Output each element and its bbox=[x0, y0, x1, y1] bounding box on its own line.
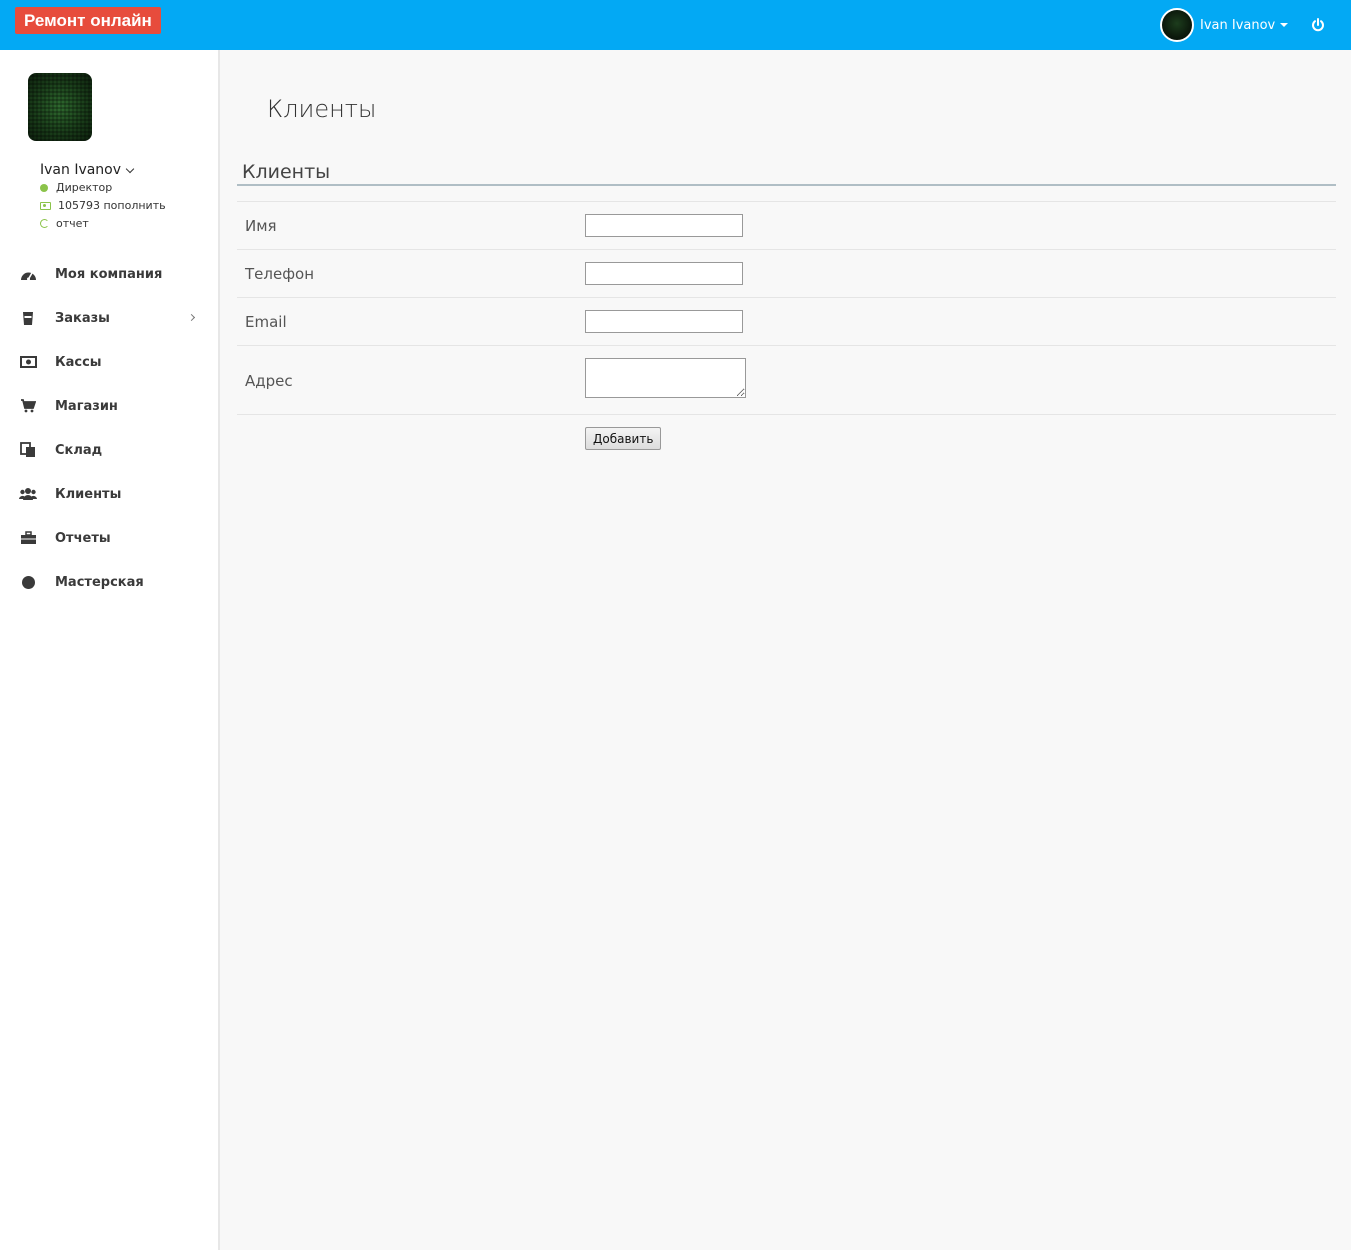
sidebar-item-reports[interactable]: Отчеты bbox=[0, 516, 218, 560]
form-row-divider bbox=[237, 414, 1336, 415]
phone-input[interactable] bbox=[585, 262, 743, 285]
sidebar-item-shop[interactable]: Магазин bbox=[0, 384, 218, 428]
circle-icon bbox=[19, 573, 37, 591]
email-input[interactable] bbox=[585, 310, 743, 333]
cup-icon bbox=[19, 309, 37, 327]
sidebar-item-cash[interactable]: Кассы bbox=[0, 340, 218, 384]
briefcase-icon bbox=[19, 529, 37, 547]
dashboard-icon bbox=[19, 265, 37, 283]
user-avatar bbox=[1160, 8, 1194, 42]
sidebar: Ivan Ivanov Директор 105793 пополнить от… bbox=[0, 50, 220, 1250]
sidebar-item-label: Магазин bbox=[55, 398, 118, 414]
money-icon bbox=[40, 201, 51, 210]
sidebar-item-clients[interactable]: Клиенты bbox=[0, 472, 218, 516]
sidebar-item-orders[interactable]: Заказы bbox=[0, 296, 218, 340]
form-row-name: Имя bbox=[237, 201, 1336, 249]
page-title: Клиенты bbox=[267, 95, 377, 123]
refresh-icon bbox=[40, 219, 49, 228]
sidebar-item-label: Моя компания bbox=[55, 266, 163, 282]
top-navbar: Ремонт онлайн Ivan Ivanov bbox=[0, 0, 1351, 50]
users-icon bbox=[19, 485, 37, 503]
profile-avatar[interactable] bbox=[28, 73, 92, 141]
chevron-right-icon bbox=[187, 313, 196, 322]
caret-down-icon bbox=[1280, 23, 1289, 27]
section-divider bbox=[237, 184, 1336, 186]
sidebar-item-label: Заказы bbox=[55, 310, 110, 326]
phone-label: Телефон bbox=[245, 265, 315, 283]
online-status-icon bbox=[40, 183, 48, 192]
sidebar-item-warehouse[interactable]: Склад bbox=[0, 428, 218, 472]
sidebar-item-label: Кассы bbox=[55, 354, 102, 370]
profile-name: Ivan Ivanov bbox=[40, 162, 122, 178]
name-label: Имя bbox=[245, 217, 277, 235]
add-client-button[interactable]: Добавить bbox=[585, 427, 662, 450]
cart-icon bbox=[19, 397, 37, 415]
form-row-address: Адрес bbox=[237, 345, 1336, 414]
profile-balance-label[interactable]: 105793 пополнить bbox=[58, 199, 166, 212]
profile-balance[interactable]: 105793 пополнить bbox=[40, 199, 166, 212]
sidebar-nav: Моя компания Заказы Кассы Магазин Склад … bbox=[0, 252, 218, 604]
profile-role-label: Директор bbox=[56, 181, 113, 194]
form-row-phone: Телефон bbox=[237, 249, 1336, 297]
user-menu[interactable]: Ivan Ivanov bbox=[1160, 8, 1289, 42]
profile-name-dropdown[interactable]: Ivan Ivanov bbox=[40, 162, 135, 178]
money-icon bbox=[19, 353, 37, 371]
profile-report-label[interactable]: отчет bbox=[56, 217, 89, 230]
address-label: Адрес bbox=[245, 372, 293, 390]
sidebar-item-label: Отчеты bbox=[55, 530, 111, 546]
sidebar-item-my-company[interactable]: Моя компания bbox=[0, 252, 218, 296]
copy-icon bbox=[19, 441, 37, 459]
user-name: Ivan Ivanov bbox=[1200, 17, 1276, 33]
sidebar-item-label: Мастерская bbox=[55, 574, 144, 590]
brand-logo[interactable]: Ремонт онлайн bbox=[15, 7, 161, 34]
profile-report[interactable]: отчет bbox=[40, 217, 89, 230]
sidebar-item-label: Склад bbox=[55, 442, 103, 458]
address-textarea[interactable] bbox=[585, 358, 746, 398]
sidebar-item-label: Клиенты bbox=[55, 486, 122, 502]
name-input[interactable] bbox=[585, 214, 743, 237]
section-title: Клиенты bbox=[242, 161, 331, 183]
sidebar-item-workshop[interactable]: Мастерская bbox=[0, 560, 218, 604]
power-icon[interactable] bbox=[1310, 17, 1326, 33]
form-row-email: Email bbox=[237, 297, 1336, 345]
profile-role: Директор bbox=[40, 181, 112, 194]
chevron-down-icon bbox=[125, 164, 135, 173]
email-label: Email bbox=[245, 313, 287, 331]
